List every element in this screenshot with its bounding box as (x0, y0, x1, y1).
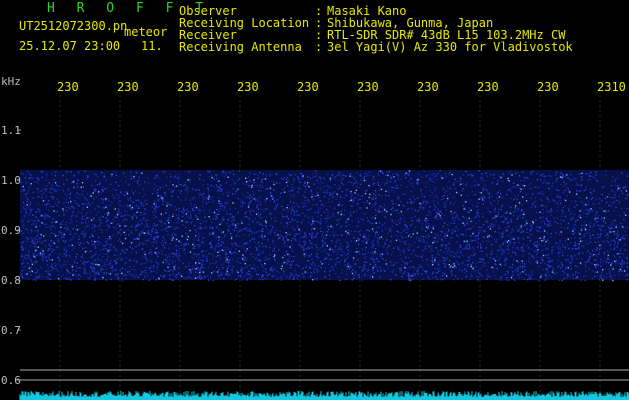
y-tick-label: 1.1 (1, 124, 21, 137)
x-tick-label: 230 (357, 80, 379, 94)
x-tick-label: 230 (117, 80, 139, 94)
y-tick-label: 1.0 (1, 174, 21, 187)
x-tick-label: 230 (57, 80, 79, 94)
y-tick-label: 0.6 (1, 374, 21, 387)
y-axis-unit: kHz (1, 75, 21, 88)
x-tick-label: 230 (537, 80, 559, 94)
x-tick-label: 230 (177, 80, 199, 94)
x-tick-label: 230 (237, 80, 259, 94)
x-tick-label: 230 (417, 80, 439, 94)
noise-floor (19, 391, 629, 400)
x-tick-label: 2310 (597, 80, 626, 94)
spectrogram-plot (17, 95, 629, 400)
y-tick-label: 0.9 (1, 224, 21, 237)
y-tick-label: 0.8 (1, 274, 21, 287)
x-tick-label: 230 (477, 80, 499, 94)
x-tick-label: 230 (297, 80, 319, 94)
y-tick-label: 0.7 (1, 324, 21, 337)
